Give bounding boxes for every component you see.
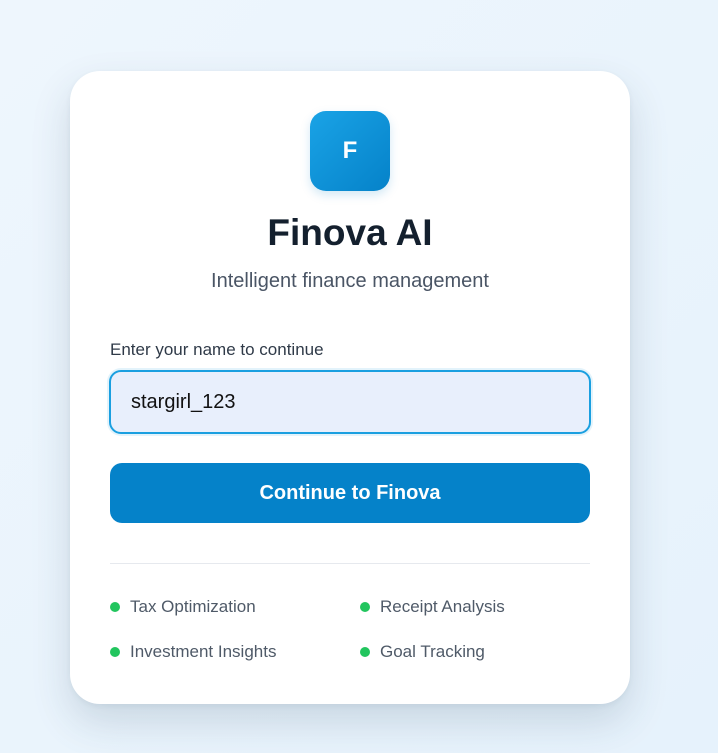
finova-logo-icon: F (310, 111, 390, 191)
feature-label: Receipt Analysis (380, 597, 505, 616)
app-title: Finova AI (267, 212, 433, 253)
name-field-label: Enter your name to continue (110, 340, 324, 359)
continue-button[interactable]: Continue to Finova (110, 463, 590, 523)
name-input[interactable] (109, 370, 591, 434)
feature-label: Tax Optimization (130, 597, 256, 616)
app-subtitle: Intelligent finance management (211, 270, 489, 292)
login-card: F Finova AI Intelligent finance manageme… (70, 71, 630, 704)
green-dot-icon (360, 602, 370, 612)
section-divider (110, 563, 590, 564)
green-dot-icon (110, 647, 120, 657)
feature-item-receipt-analysis: Receipt Analysis (360, 595, 505, 619)
green-dot-icon (360, 647, 370, 657)
feature-item-tax-optimization: Tax Optimization (110, 595, 256, 619)
feature-item-goal-tracking: Goal Tracking (360, 640, 485, 664)
feature-label: Investment Insights (130, 642, 277, 661)
feature-label: Goal Tracking (380, 642, 485, 661)
feature-item-investment-insights: Investment Insights (110, 640, 276, 664)
green-dot-icon (110, 602, 120, 612)
logo-letter: F (342, 137, 358, 164)
